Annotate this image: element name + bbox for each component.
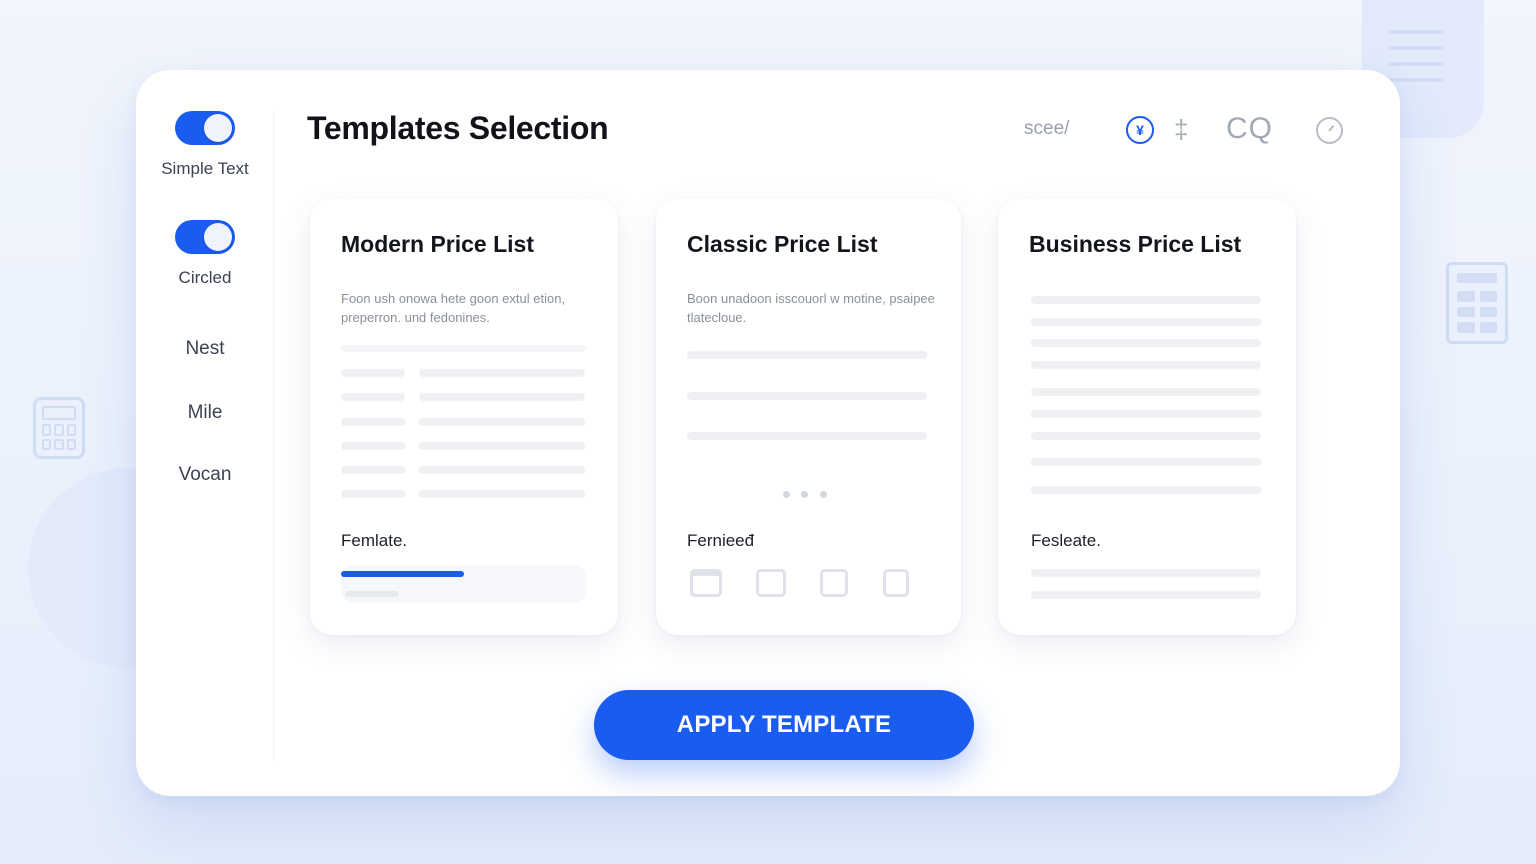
progress-bar: [341, 565, 586, 603]
placeholder-line: [687, 432, 927, 440]
sidebar-item-nest[interactable]: Nest: [136, 338, 274, 360]
plus-icon[interactable]: ‡: [1174, 114, 1188, 144]
card-title: Classic Price List: [687, 231, 878, 257]
sidebar-divider: [273, 110, 274, 762]
card-description: Foon ush onowa hete goon extul etion, pr…: [341, 291, 566, 325]
card-title: Business Price List: [1029, 231, 1242, 257]
pagination-dot[interactable]: [801, 491, 808, 498]
placeholder-line: [419, 442, 585, 450]
placeholder-line: [341, 393, 405, 401]
template-card-business[interactable]: Business Price List Fesleate.: [998, 199, 1296, 635]
template-card-classic[interactable]: Classic Price List Boon unadoon isscouor…: [656, 199, 961, 635]
calculator-icon: [33, 397, 85, 459]
toggle-label: Circled: [178, 268, 232, 287]
placeholder-line: [341, 369, 405, 377]
placeholder-line: [341, 466, 405, 474]
save-icon[interactable]: [820, 569, 848, 597]
placeholder-line: [419, 466, 585, 474]
placeholder-line: [341, 442, 405, 450]
toggle-circled: Circled: [136, 220, 274, 288]
placeholder-line: [1031, 432, 1261, 440]
placeholder-line: [419, 490, 585, 498]
document-icon[interactable]: [756, 569, 786, 597]
placeholder-line: [1031, 388, 1261, 396]
placeholder-line: [341, 345, 586, 352]
templates-panel: Simple Text Circled Nest Mile Vocan Temp…: [136, 70, 1400, 796]
card-footer: Femlate.: [341, 531, 408, 550]
pagination-dot[interactable]: [820, 491, 827, 498]
placeholder-line: [687, 392, 927, 400]
card-title: Modern Price List: [341, 231, 534, 257]
card-footer: Fernieeđ: [687, 531, 755, 550]
drawer-icon[interactable]: [690, 569, 722, 597]
placeholder-line: [1031, 458, 1261, 466]
toggle-label: Simple Text: [161, 159, 249, 178]
sidebar-item-vocan[interactable]: Vocan: [136, 464, 274, 486]
placeholder-line: [341, 418, 405, 426]
apply-template-button[interactable]: APPLY TEMPLATE: [594, 690, 974, 760]
edit-icon[interactable]: [883, 569, 909, 597]
card-footer: Fesleate.: [1031, 531, 1101, 550]
simple-text-toggle[interactable]: [175, 111, 235, 145]
search-icon[interactable]: CQ: [1226, 112, 1273, 146]
progress-fill: [341, 571, 464, 577]
placeholder-line: [1031, 318, 1261, 326]
placeholder-line: [341, 490, 405, 498]
placeholder-line: [1031, 486, 1261, 494]
page-title: Templates Selection: [307, 110, 609, 146]
yen-icon[interactable]: ¥: [1126, 116, 1154, 144]
placeholder-line: [687, 351, 927, 359]
placeholder-line: [1031, 361, 1261, 369]
placeholder-line: [1031, 569, 1261, 577]
template-card-modern[interactable]: Modern Price List Foon ush onowa hete go…: [310, 199, 618, 635]
toggle-simple-text: Simple Text: [136, 111, 274, 179]
placeholder-line: [1031, 410, 1261, 418]
calculator-icon: [1446, 262, 1508, 344]
placeholder-line: [419, 393, 585, 401]
sidebar-item-mile[interactable]: Mile: [136, 402, 274, 424]
card-description: Boon unadoon isscouorl w motine, psaipee…: [687, 291, 935, 325]
placeholder-line: [419, 369, 585, 377]
placeholder-line: [1031, 339, 1261, 347]
placeholder-line: [419, 418, 585, 426]
pagination-dot[interactable]: [783, 491, 790, 498]
circled-toggle[interactable]: [175, 220, 235, 254]
placeholder-line: [1031, 591, 1261, 599]
search-text[interactable]: scee/: [1024, 118, 1069, 140]
progress-subline: [345, 591, 399, 597]
clock-icon[interactable]: [1316, 117, 1343, 144]
sidebar: Simple Text Circled Nest Mile Vocan: [136, 70, 274, 796]
placeholder-line: [1031, 296, 1261, 304]
